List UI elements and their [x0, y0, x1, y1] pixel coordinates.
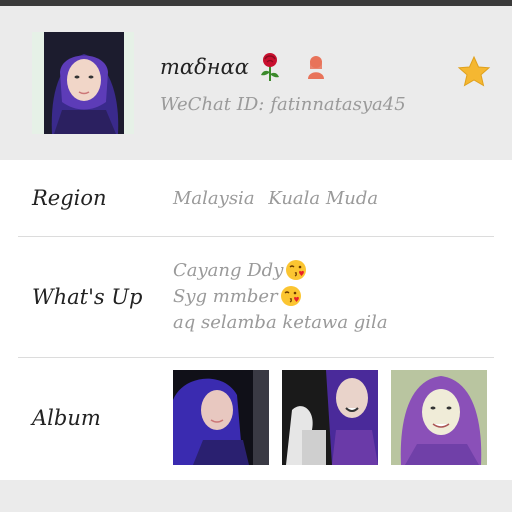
whatsup-text: Cayang Ddy Syg mmber aq selamba ketawa g…	[173, 257, 388, 335]
whatsup-line-2: Syg mmber	[173, 285, 278, 307]
album-photo[interactable]	[282, 370, 378, 465]
region-row[interactable]: Region Malaysia Kuala Muda	[18, 160, 494, 237]
name-row: тαδнαα	[160, 52, 327, 82]
region-label: Region	[32, 186, 107, 210]
album-photo[interactable]	[173, 370, 269, 465]
whatsup-label: What's Up	[32, 285, 143, 309]
whatsup-row[interactable]: What's Up Cayang Ddy Syg mmber aq selamb…	[18, 237, 494, 358]
avatar[interactable]	[32, 32, 134, 134]
rose-icon	[257, 52, 283, 82]
region-value: Malaysia Kuala Muda	[173, 188, 378, 209]
album-row[interactable]: Album	[18, 358, 494, 478]
whatsup-line-3: aq selamba ketawa gila	[173, 311, 388, 333]
wechat-id: WeChat ID: fatinnatasya45	[160, 94, 406, 115]
profile-header: тαδнαα WeChat ID: fatinnatasya45	[0, 6, 512, 160]
wechat-id-label: WeChat ID:	[160, 94, 265, 115]
whatsup-line: Cayang Ddy	[173, 257, 388, 283]
bottom-area	[0, 480, 512, 512]
album-photo[interactable]	[391, 370, 487, 465]
whatsup-line-1: Cayang Ddy	[173, 259, 284, 281]
kiss-emoji-icon	[280, 286, 301, 306]
nickname: тαδнαα	[160, 55, 249, 79]
wechat-id-value: fatinnatasya45	[270, 94, 406, 115]
kiss-emoji-icon	[286, 260, 307, 280]
album-label: Album	[32, 406, 101, 430]
whatsup-line: Syg mmber	[173, 283, 388, 309]
region-country: Malaysia	[173, 188, 255, 209]
star-icon[interactable]	[456, 54, 492, 90]
female-user-icon	[305, 54, 327, 80]
whatsup-line: aq selamba ketawa gila	[173, 309, 388, 335]
profile-details: Region Malaysia Kuala Muda What's Up Cay…	[0, 160, 512, 480]
region-city: Kuala Muda	[268, 188, 379, 209]
